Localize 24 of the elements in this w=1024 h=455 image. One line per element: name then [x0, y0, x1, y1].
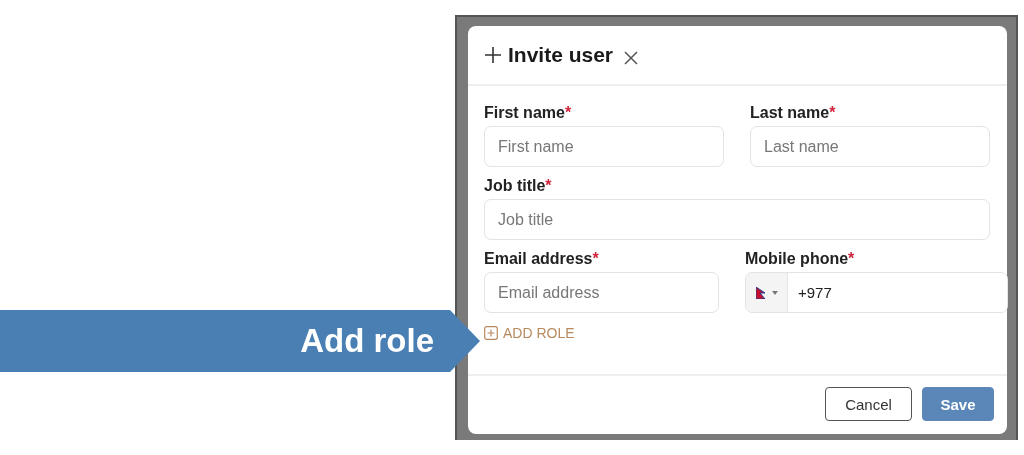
text-field[interactable]: First name [484, 126, 724, 167]
required-mark: * [829, 104, 836, 122]
caret-icon [771, 290, 778, 295]
field-label: Mobile phone [745, 250, 849, 268]
plus-icon [484, 46, 502, 64]
phone-field[interactable]: +977 [745, 272, 1008, 313]
required-mark: * [848, 250, 855, 268]
required-mark: * [564, 104, 572, 122]
cancel-button[interactable]: Cancel [825, 387, 912, 421]
save-button[interactable]: Save [922, 387, 994, 421]
flag-icon [755, 286, 766, 299]
callout-label: Add role [300, 322, 434, 360]
field-label: Email address [484, 250, 593, 268]
field-label: Last name [750, 104, 830, 122]
close-icon[interactable] [623, 50, 640, 66]
required-mark: * [592, 250, 599, 268]
text-field[interactable]: Last name [750, 126, 990, 167]
plus-square-icon [484, 326, 498, 340]
text-field[interactable]: Email address [484, 272, 719, 313]
dialog-title: Invite user [508, 43, 614, 67]
required-mark: * [545, 177, 552, 195]
field-label: First name [484, 104, 565, 122]
field-label: Job title [484, 177, 546, 195]
text-field[interactable]: Job title [484, 199, 990, 240]
